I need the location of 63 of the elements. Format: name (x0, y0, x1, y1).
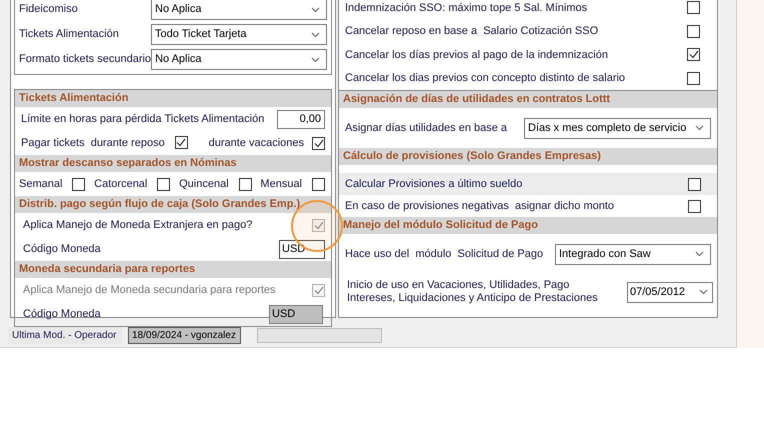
field-label: Aplica Manejo de Moneda secundaria para reportes (23, 282, 276, 298)
section-header: Tickets Alimentación (15, 90, 331, 107)
checkbox[interactable] (687, 48, 700, 62)
field-label: Cancelar reposo en base a Salario Cotización SSO (345, 24, 598, 39)
checkbox[interactable] (312, 136, 325, 150)
field-label: Límite en horas para pérdida Tickets Alimentación (21, 112, 264, 127)
check-icon (314, 138, 324, 148)
section-header: Manejo del módulo Solicitud de Pago (339, 217, 717, 234)
section-header: Moneda secundaria para reportes (15, 261, 331, 278)
status-label: Ultima Mod. - Operador (8, 326, 122, 344)
field-label: Código Moneda (23, 306, 101, 322)
check-icon (314, 286, 324, 294)
field-label: Formato tickets secundario (19, 52, 152, 68)
field-label: Cancelar los dias previos con concepto distinto de salario (345, 71, 626, 86)
section-header: Mostrar descanso separados en Nóminas (15, 155, 331, 172)
caret-icon (311, 56, 320, 62)
option-label: Quincenal (179, 176, 229, 192)
checkbox[interactable] (688, 178, 701, 190)
field-label: Hace uso del módulo Solicitud de Pago (345, 246, 544, 262)
caret-icon (311, 6, 320, 12)
checkbox[interactable] (687, 1, 700, 14)
number-field[interactable]: 0,00 (277, 110, 325, 128)
dropdown[interactable]: Integrado con Saw (555, 244, 711, 264)
dropdown[interactable]: No Aplica (151, 49, 327, 70)
checkbox[interactable] (174, 136, 188, 149)
field-label: durante vacaciones (208, 136, 304, 151)
caret-icon (699, 289, 708, 295)
checkbox[interactable] (687, 24, 700, 38)
field-label: Código Moneda (23, 242, 101, 257)
field-label: En caso de provisiones negativas asignar dicho monto (345, 198, 614, 214)
check-icon (688, 50, 698, 60)
dropdown[interactable]: No Aplica (151, 0, 327, 20)
highlighted-row[interactable]: Calcular Provisiones a último sueldo (339, 173, 717, 195)
field-label: Inicio de uso en Vacaciones, Utilidades, Pago Intereses, Liquidaciones y Anticipo de Prestaciones (347, 279, 599, 305)
checkbox[interactable] (312, 178, 325, 190)
section-header: Distrib. pago según flujo de caja (Solo Grandes Emp.) (15, 196, 331, 213)
caret-icon (695, 251, 704, 257)
checkbox[interactable] (687, 72, 700, 85)
field-label: Cancelar los días previos al pago de la indemnización (345, 48, 608, 62)
field-label: Pagar tickets durante reposo (21, 136, 165, 151)
check-icon (176, 138, 186, 147)
section-header: Cálculo de provisiones (Solo Grandes Empresas) (339, 148, 717, 165)
field-label: Fideicomiso (19, 2, 78, 18)
field-label: Calcular Provisiones a último sueldo (345, 176, 522, 192)
dropdown[interactable]: Días x mes completo de servicio (524, 118, 711, 138)
checkbox[interactable] (688, 200, 701, 212)
checkbox[interactable] (157, 178, 170, 190)
operator-field: 18/09/2024 - vgonzalez (128, 326, 241, 344)
checkbox[interactable] (72, 178, 86, 190)
caret-icon (311, 32, 320, 38)
field-label: Indemnización SSO: máximo tope 5 Sal. Mínimos (345, 0, 588, 16)
field-label: Tickets Alimentación (19, 27, 119, 42)
option-label: Mensual (260, 176, 302, 192)
checkbox[interactable] (238, 178, 252, 190)
option-label: Catorcenal (94, 176, 148, 192)
date-picker[interactable]: 07/05/2012 (627, 282, 713, 302)
dropdown[interactable]: Todo Ticket Tarjeta (151, 24, 327, 45)
field-label: Asignar días utilidades en base a (345, 120, 508, 136)
section-header: Asignación de días de utilidades en contratos Lottt (339, 91, 717, 108)
field-label: Aplica Manejo de Moneda Extranjera en pago? (23, 218, 252, 233)
option-label: Semanal (19, 176, 62, 192)
caret-icon (695, 125, 704, 131)
check-icon (314, 220, 324, 230)
